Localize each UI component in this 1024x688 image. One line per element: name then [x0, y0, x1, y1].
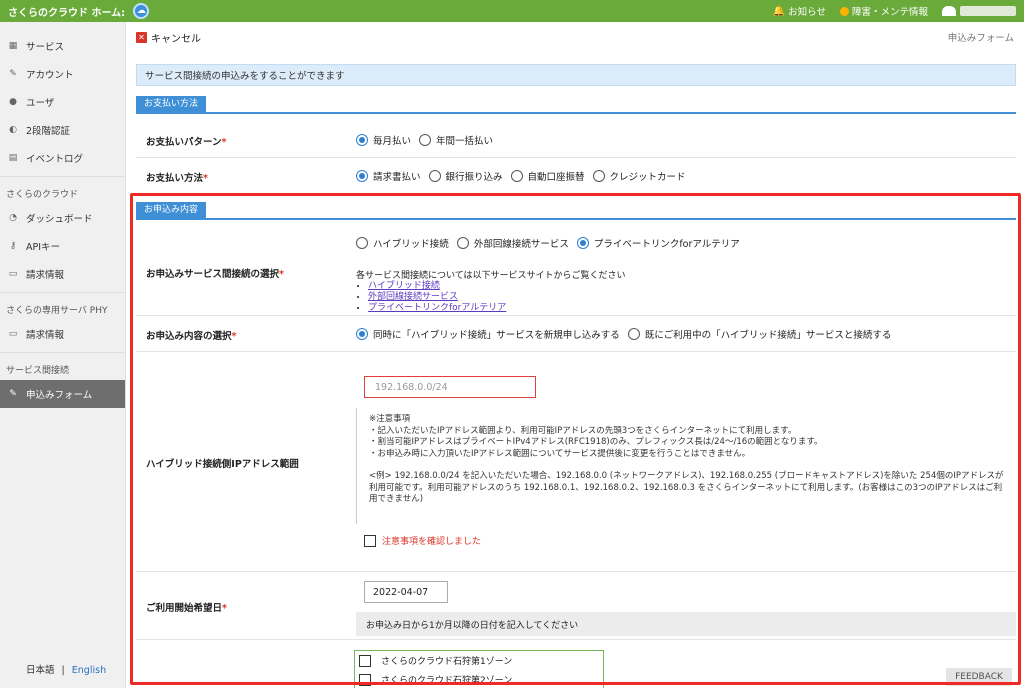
- radio-invoice[interactable]: 請求書払い: [356, 169, 421, 183]
- row-payment-pattern: お支払いパターン* 毎月払い 年間一括払い: [136, 122, 1016, 158]
- invoice-icon: ▭: [8, 269, 18, 279]
- lang-ja[interactable]: 日本語: [26, 665, 55, 676]
- radio-off-icon: [627, 328, 640, 340]
- radio-on-icon: [356, 134, 368, 146]
- payment-pattern-group: 毎月払い 年間一括払い: [356, 133, 493, 147]
- label-payment-method: お支払い方法*: [146, 173, 208, 184]
- zone-list: さくらのクラウド石狩第1ゾーン さくらのクラウド石狩第2ゾーン: [354, 650, 604, 688]
- key-icon: ⚷: [9, 241, 17, 251]
- label-payment-pattern: お支払いパターン*: [146, 137, 227, 148]
- sidebar-item-users[interactable]: ● ユーザ: [0, 88, 125, 116]
- checkbox-icon: [359, 673, 371, 686]
- wrench-icon: ✎: [9, 389, 17, 399]
- wrench-icon: ✎: [9, 69, 17, 79]
- confirm-notes-checkbox[interactable]: 注意事項を確認しました: [364, 534, 481, 547]
- section-header-payment: お支払い方法: [136, 96, 1016, 114]
- cloud-home-icon[interactable]: ☁: [133, 3, 150, 19]
- radio-new-hybrid[interactable]: 同時に「ハイブリッド接続」サービスを新規申し込みする: [356, 327, 620, 341]
- top-bar: さくらのクラウド ホーム: ☁ 🔔 お知らせ 障害・メンテ情報: [0, 0, 1024, 22]
- radio-off-icon: [356, 237, 368, 249]
- sidebar-item-phy-billing[interactable]: ▭ 請求情報: [0, 320, 125, 348]
- payment-method-group: 請求書払い 銀行振り込み 自動口座振替 クレジットカード: [356, 169, 686, 183]
- radio-off-icon: [428, 170, 441, 182]
- start-date-note: お申込み日から1か月以降の日付を記入してください: [356, 612, 1016, 636]
- radio-off-icon: [510, 170, 523, 182]
- sidebar-item-2fa[interactable]: ◐ 2段階認証: [0, 116, 125, 144]
- link-private-link[interactable]: プライベートリンクforアルテリア: [368, 303, 506, 313]
- news-link[interactable]: 🔔 お知らせ: [772, 4, 826, 19]
- sidebar-section-phy: さくらの専用サーバ PHY: [0, 292, 125, 320]
- label-service-select: お申込みサービス間接続の選択*: [146, 269, 284, 280]
- link-hybrid[interactable]: ハイブリッド接続: [368, 281, 440, 291]
- user-menu[interactable]: [942, 6, 1016, 16]
- sidebar: ▦ サービス ✎ アカウント ● ユーザ ◐ 2段階認証 ▤ イベントログ さくらのクラウ…: [0, 22, 126, 688]
- invoice-icon: ▭: [8, 329, 18, 339]
- sidebar-item-cloud-billing[interactable]: ▭ 請求情報: [0, 260, 125, 288]
- page-title: 申込みフォーム: [947, 33, 1014, 44]
- cancel-link[interactable]: キャンセル: [151, 30, 201, 45]
- row-start-date: ご利用開始希望日* 2022-04-07 お申込み日から1か月以降の日付を記入し…: [136, 572, 1016, 640]
- checkbox-icon: [359, 654, 371, 667]
- info-banner: サービス間接続の申込みをすることができます: [136, 64, 1016, 86]
- row-ip-range: ハイブリッド接続側IPアドレス範囲 192.168.0.0/24 ※注意事項 ・…: [136, 352, 1016, 572]
- user-icon: [942, 6, 956, 16]
- alert-icon: [839, 6, 849, 16]
- radio-on-icon: [356, 328, 368, 340]
- sidebar-section-cloud: さくらのクラウド: [0, 176, 125, 204]
- users-icon: ●: [9, 97, 17, 107]
- sidebar-item-dashboard[interactable]: ◔ ダッシュボード: [0, 204, 125, 232]
- service-links: 各サービス間接続については以下サービスサイトからご覧ください ハイブリッド接続 …: [356, 268, 626, 314]
- radio-annual[interactable]: 年間一括払い: [419, 133, 493, 147]
- cancel-icon[interactable]: ✕: [136, 31, 147, 43]
- service-select-group: ハイブリッド接続 外部回線接続サービス プライベートリンクforアルテリア: [356, 236, 740, 250]
- home-link[interactable]: さくらのクラウド ホーム:: [8, 4, 125, 19]
- sidebar-item-account[interactable]: ✎ アカウント: [0, 60, 125, 88]
- radio-monthly[interactable]: 毎月払い: [356, 133, 411, 147]
- sidebar-item-apikey[interactable]: ⚷ APIキー: [0, 232, 125, 260]
- radio-hybrid[interactable]: ハイブリッド接続: [356, 236, 449, 250]
- radio-external-line[interactable]: 外部回線接続サービス: [456, 236, 569, 250]
- dashboard-icon: ◔: [9, 213, 17, 223]
- sidebar-item-eventlog[interactable]: ▤ イベントログ: [0, 144, 125, 172]
- row-service-select: お申込みサービス間接続の選択* ハイブリッド接続 外部回線接続サービス プライベ…: [136, 222, 1016, 316]
- label-content-select: お申込み内容の選択*: [146, 331, 237, 342]
- clipboard-icon: ▤: [8, 153, 18, 163]
- zone-item-ishikari-2[interactable]: さくらのクラウド石狩第2ゾーン: [355, 670, 603, 688]
- ip-range-input[interactable]: 192.168.0.0/24: [364, 376, 536, 398]
- section-header-application: お申込み内容: [136, 202, 1016, 220]
- maintenance-link[interactable]: 障害・メンテ情報: [839, 4, 928, 18]
- breadcrumb: ✕ キャンセル 申込みフォーム: [126, 22, 1024, 52]
- row-payment-method: お支払い方法* 請求書払い 銀行振り込み 自動口座振替 クレジットカード: [136, 158, 1016, 190]
- shield-icon: ◐: [9, 125, 17, 135]
- bell-icon: 🔔: [772, 5, 786, 17]
- user-name-redacted: [960, 6, 1016, 16]
- main-content: ✕ キャンセル 申込みフォーム サービス間接続の申込みをすることができます お支…: [126, 22, 1024, 688]
- zone-item-ishikari-1[interactable]: さくらのクラウド石狩第1ゾーン: [355, 651, 603, 670]
- label-ip-range: ハイブリッド接続側IPアドレス範囲: [146, 459, 299, 470]
- language-switcher: 日本語 | English: [26, 665, 107, 676]
- radio-on-icon: [356, 170, 368, 182]
- sidebar-item-application-form[interactable]: ✎ 申込みフォーム: [0, 380, 125, 408]
- checkbox-icon: [364, 534, 376, 547]
- radio-existing-hybrid[interactable]: 既にご利用中の「ハイブリッド接続」サービスと接続する: [627, 327, 891, 341]
- radio-off-icon: [419, 134, 432, 146]
- radio-off-icon: [456, 237, 469, 249]
- link-external-line[interactable]: 外部回線接続サービス: [368, 292, 458, 302]
- feedback-button[interactable]: FEEDBACK: [946, 668, 1012, 686]
- ip-notes: ※注意事項 ・記入いただいたIPアドレス範囲より、利用可能IPアドレスの先頭3つ…: [356, 408, 1016, 524]
- label-start-date: ご利用開始希望日*: [146, 603, 227, 614]
- start-date-input[interactable]: 2022-04-07: [364, 581, 448, 603]
- radio-on-icon: [576, 237, 589, 249]
- row-content-select: お申込み内容の選択* 同時に「ハイブリッド接続」サービスを新規申し込みする 既に…: [136, 316, 1016, 352]
- lang-en[interactable]: English: [72, 665, 106, 676]
- radio-credit-card[interactable]: クレジットカード: [592, 169, 686, 183]
- radio-private-link[interactable]: プライベートリンクforアルテリア: [576, 236, 740, 250]
- radio-direct-debit[interactable]: 自動口座振替: [510, 169, 585, 183]
- sidebar-item-services[interactable]: ▦ サービス: [0, 32, 125, 60]
- radio-bank-transfer[interactable]: 銀行振り込み: [428, 169, 503, 183]
- radio-off-icon: [592, 170, 605, 182]
- grid-icon: ▦: [8, 41, 18, 51]
- content-select-group: 同時に「ハイブリッド接続」サービスを新規申し込みする 既にご利用中の「ハイブリッ…: [356, 327, 891, 341]
- sidebar-section-connection: サービス間接続: [0, 352, 125, 380]
